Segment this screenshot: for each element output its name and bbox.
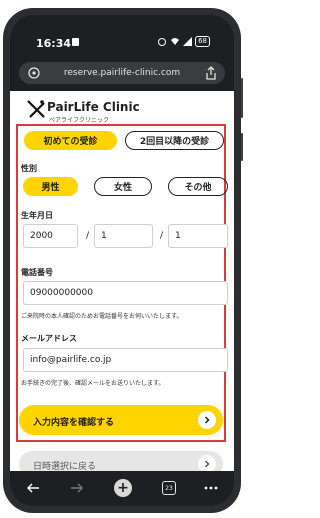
- signal-icon: [183, 37, 193, 46]
- gender-label: 性別: [21, 164, 37, 173]
- confirm-input-label: 入力内容を確認する: [33, 418, 115, 428]
- chevron-right-icon: [198, 455, 216, 471]
- dob-separator: /: [86, 231, 90, 241]
- logo-name: PairLife Clinic: [47, 100, 140, 114]
- power-button: [241, 133, 243, 161]
- phone-label: 電話番号: [21, 268, 53, 277]
- return-visit-tab[interactable]: 2回目以降の受診: [125, 131, 224, 150]
- email-label: メールアドレス: [21, 334, 77, 343]
- email-note: お手続きの完了後、確認メールをお送りいたします。: [21, 380, 165, 387]
- share-icon[interactable]: [205, 66, 217, 80]
- first-visit-tab[interactable]: 初めての受診: [24, 131, 117, 150]
- site-settings-icon[interactable]: [27, 66, 41, 80]
- gender-male-button[interactable]: 男性: [23, 177, 78, 196]
- status-icons: 68: [157, 36, 210, 47]
- wifi-icon: [171, 38, 180, 45]
- logo-mark-icon: [27, 100, 45, 118]
- back-to-date-label: 日時選択に戻る: [33, 462, 97, 471]
- logo-subtitle: ペアライフクリニック: [49, 117, 110, 124]
- dob-separator: /: [160, 231, 164, 241]
- more-icon[interactable]: [204, 486, 218, 490]
- notification-icon: [72, 38, 79, 46]
- confirm-input-button[interactable]: 入力内容を確認する: [19, 405, 223, 435]
- screen: 16:34 68 reserve.pairlife-clinic.com Pai…: [10, 15, 234, 506]
- back-to-date-button[interactable]: 日時選択に戻る: [19, 451, 223, 471]
- phone-frame: 16:34 68 reserve.pairlife-clinic.com Pai…: [3, 8, 243, 513]
- chevron-right-icon: [198, 411, 216, 429]
- browser-toolbar: + 23: [10, 471, 234, 506]
- dob-day-field[interactable]: 1: [168, 224, 228, 248]
- dob-month-field[interactable]: 1: [94, 224, 153, 248]
- back-arrow-icon[interactable]: [26, 481, 40, 495]
- url-text[interactable]: reserve.pairlife-clinic.com: [64, 68, 180, 78]
- status-time: 16:34: [36, 37, 72, 50]
- dob-year-field[interactable]: 2000: [23, 224, 78, 248]
- web-content: PairLife Clinic ペアライフクリニック 初めての受診 2回目以降の…: [10, 91, 234, 471]
- gender-female-button[interactable]: 女性: [94, 177, 152, 196]
- volume-button: [241, 78, 243, 118]
- gender-other-button[interactable]: その他: [168, 177, 228, 196]
- new-tab-icon[interactable]: +: [114, 479, 132, 497]
- email-field[interactable]: info@pairlife.co.jp: [23, 348, 228, 372]
- phone-note: ご来院時の本人確認のためお電話番号をお伺いいたします。: [21, 313, 183, 320]
- alarm-icon: [158, 38, 167, 46]
- phone-field[interactable]: 09000000000: [23, 281, 228, 305]
- tabs-icon[interactable]: 23: [162, 481, 176, 495]
- forward-arrow-icon[interactable]: [70, 481, 84, 495]
- dob-label: 生年月日: [21, 211, 53, 220]
- status-bar: 16:34 68: [10, 15, 234, 57]
- address-bar[interactable]: reserve.pairlife-clinic.com: [19, 62, 225, 84]
- battery-icon: 68: [195, 36, 210, 47]
